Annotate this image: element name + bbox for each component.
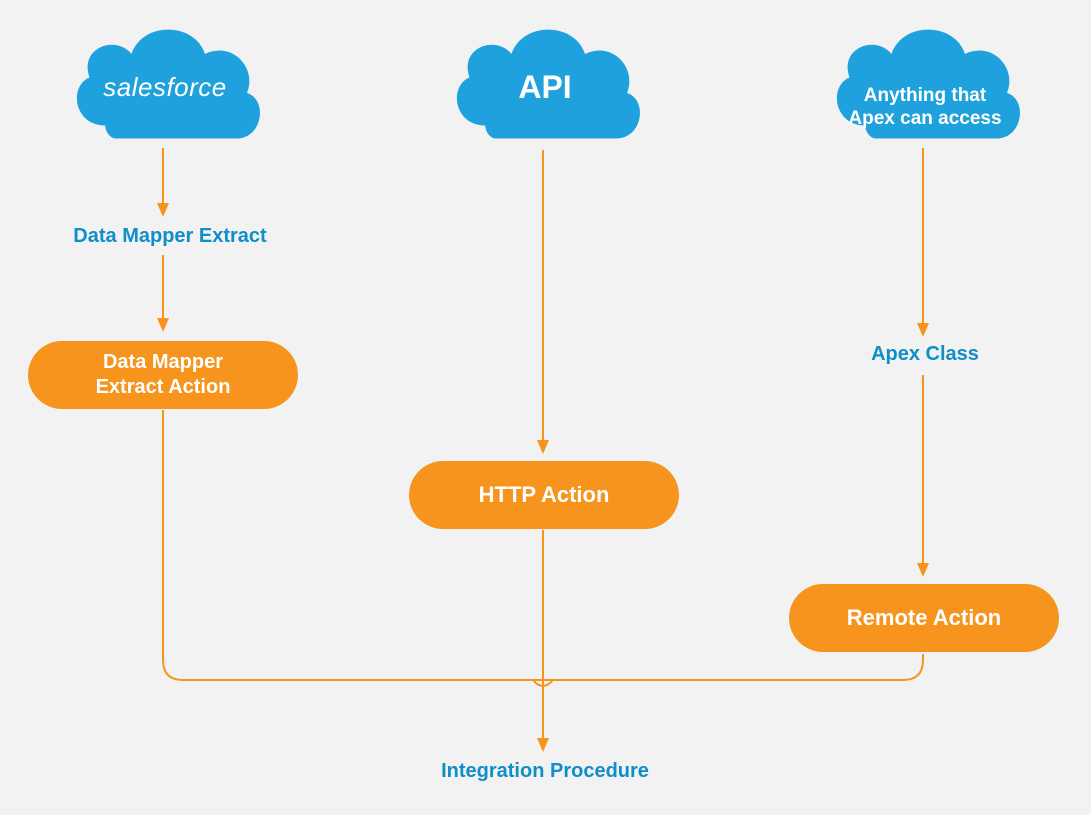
cloud-api-label: API xyxy=(470,68,620,106)
connector-left-down xyxy=(163,410,543,680)
cloud-apex-text: Anything that Apex can access xyxy=(848,85,1001,129)
pill-data-mapper-extract-action: Data Mapper Extract Action xyxy=(28,341,298,409)
cloud-apex-label: Anything that Apex can access xyxy=(840,62,1010,130)
pill-http-action: HTTP Action xyxy=(409,461,679,529)
cloud-salesforce-label: salesforce xyxy=(85,72,245,103)
label-apex-class: Apex Class xyxy=(820,343,1030,366)
label-data-mapper-extract: Data Mapper Extract xyxy=(60,225,280,248)
connector-right-down xyxy=(543,654,923,680)
cloud-api-text: API xyxy=(518,69,571,105)
pill-remote-action: Remote Action xyxy=(789,584,1059,652)
cloud-salesforce-text: salesforce xyxy=(103,72,227,102)
label-integration-procedure: Integration Procedure xyxy=(395,760,695,783)
